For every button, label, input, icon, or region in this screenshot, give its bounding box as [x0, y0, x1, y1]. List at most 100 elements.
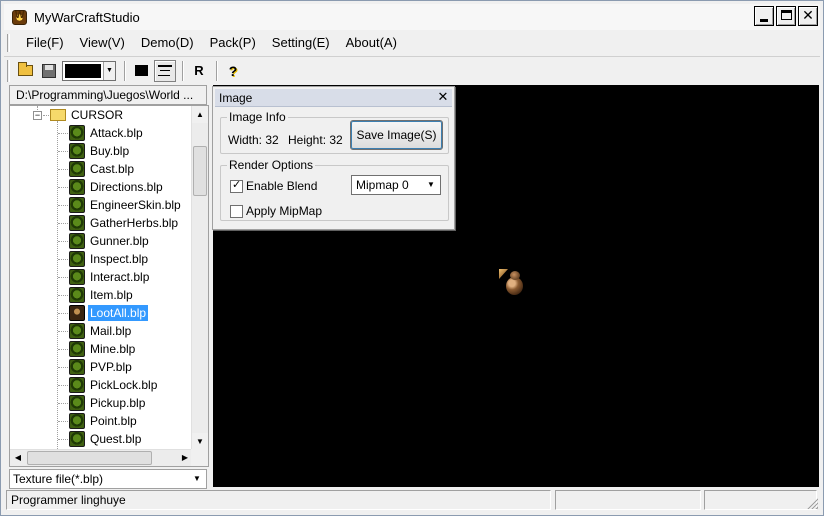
- chevron-down-icon[interactable]: ▼: [189, 471, 205, 487]
- tree-file-row[interactable]: Interact.blp: [10, 268, 193, 286]
- scroll-down-icon[interactable]: ▼: [192, 433, 208, 450]
- toolbar-grip[interactable]: [7, 59, 10, 82]
- height-label: Height: 32: [288, 133, 343, 147]
- tree-file-row[interactable]: Item.blp: [10, 286, 193, 304]
- blp-texture-icon: [69, 413, 85, 429]
- tree-file-label: Quest.blp: [90, 432, 142, 446]
- tree-file-row[interactable]: Attack.blp: [10, 124, 193, 142]
- folder-label: CURSOR: [71, 108, 124, 122]
- menu-bar: File(F) View(V) Demo(D) Pack(P) Setting(…: [4, 32, 820, 54]
- blp-texture-icon: [69, 251, 85, 267]
- solid-background-button[interactable]: [130, 60, 152, 82]
- tree-file-label: EngineerSkin.blp: [90, 198, 181, 212]
- resize-grip[interactable]: [806, 497, 818, 509]
- tree-file-row[interactable]: Mine.blp: [10, 340, 193, 358]
- tree-content: − CURSOR Attack.blp Buy.blp Cast.blp Direct…: [10, 106, 193, 450]
- image-info-caption: Image Info: [227, 110, 288, 124]
- grid-lines-button[interactable]: [154, 59, 176, 82]
- status-text: Programmer linghuye: [11, 493, 126, 507]
- tree-file-row[interactable]: Cast.blp: [10, 160, 193, 178]
- tree-file-row[interactable]: PickLock.blp: [10, 376, 193, 394]
- scroll-thumb[interactable]: [27, 451, 152, 465]
- tree-file-label: Gunner.blp: [90, 234, 149, 248]
- tree-file-row[interactable]: PVP.blp: [10, 358, 193, 376]
- menu-file[interactable]: File(F): [18, 33, 72, 53]
- tree-file-row[interactable]: Directions.blp: [10, 178, 193, 196]
- tree-file-label: Item.blp: [90, 288, 133, 302]
- close-icon: ✕: [802, 7, 814, 23]
- tree-vertical-scrollbar[interactable]: ▲ ▼: [191, 106, 208, 450]
- menu-pack[interactable]: Pack(P): [202, 33, 264, 53]
- tree-file-row[interactable]: Mail.blp: [10, 322, 193, 340]
- image-panel: Image ✕ Image Info Width: 32 Height: 32 …: [212, 86, 455, 230]
- close-button[interactable]: ✕: [798, 6, 818, 26]
- close-icon[interactable]: ✕: [436, 90, 450, 104]
- scroll-thumb[interactable]: [193, 146, 207, 196]
- open-folder-icon: [17, 62, 33, 76]
- tree-file-row[interactable]: Pickup.blp: [10, 394, 193, 412]
- blp-texture-icon: [69, 143, 85, 159]
- chevron-down-icon[interactable]: ▼: [103, 61, 115, 80]
- tree-file-label: PVP.blp: [90, 360, 132, 374]
- blp-texture-icon: [69, 125, 85, 141]
- image-panel-title: Image: [219, 91, 253, 105]
- tree-file-row[interactable]: Gunner.blp: [10, 232, 193, 250]
- file-type-filter[interactable]: Texture file(*.blp) ▼: [9, 469, 207, 489]
- save-image-button[interactable]: Save Image(S): [350, 120, 443, 150]
- tree-folder-row[interactable]: − CURSOR: [10, 106, 193, 124]
- loot-cursor-preview: [499, 269, 527, 299]
- tree-line: [43, 115, 49, 116]
- tree-file-row[interactable]: Quest.blp: [10, 430, 193, 448]
- menu-about[interactable]: About(A): [338, 33, 405, 53]
- tree-file-row[interactable]: Point.blp: [10, 412, 193, 430]
- menu-view[interactable]: View(V): [72, 33, 133, 53]
- file-tree[interactable]: − CURSOR Attack.blp Buy.blp Cast.blp Direct…: [9, 105, 209, 467]
- loot-bag-top-part: [510, 271, 520, 280]
- scroll-left-icon[interactable]: ◀: [10, 450, 26, 466]
- blp-texture-icon: [69, 359, 85, 375]
- save-button[interactable]: [38, 60, 60, 82]
- reset-label: R: [194, 63, 204, 78]
- collapse-icon[interactable]: −: [33, 111, 42, 120]
- cursor-arrow-part: [499, 269, 508, 279]
- menu-grip[interactable]: [7, 34, 10, 52]
- menu-setting[interactable]: Setting(E): [264, 33, 338, 53]
- save-disk-icon: [42, 63, 56, 78]
- status-pane-3: [704, 490, 817, 510]
- tree-file-row[interactable]: EngineerSkin.blp: [10, 196, 193, 214]
- tree-file-row[interactable]: LootAll.blp: [10, 304, 193, 322]
- tree-file-label: Interact.blp: [90, 270, 150, 284]
- image-panel-titlebar[interactable]: Image ✕: [215, 89, 452, 107]
- status-pane-main: Programmer linghuye: [6, 490, 551, 510]
- blp-texture-icon: [69, 161, 85, 177]
- tree-file-label: Inspect.blp: [90, 252, 149, 266]
- mipmap-select[interactable]: Mipmap 0 ▼: [351, 175, 441, 195]
- blp-texture-icon: [69, 431, 85, 447]
- tree-file-row[interactable]: GatherHerbs.blp: [10, 214, 193, 232]
- lines-icon: [158, 64, 172, 77]
- help-button[interactable]: ?: [222, 60, 244, 82]
- loot-cursor-icon: [69, 305, 85, 321]
- tree-horizontal-scrollbar[interactable]: ◀ ▶: [10, 449, 193, 466]
- background-color-picker[interactable]: ▼: [62, 60, 116, 81]
- enable-blend-checkbox[interactable]: ✓: [230, 179, 243, 193]
- toolbar-separator: [124, 60, 126, 81]
- apply-mipmap-checkbox[interactable]: [230, 205, 243, 218]
- checkmark-icon: ✓: [232, 179, 242, 191]
- blp-texture-icon: [69, 341, 85, 357]
- maximize-icon: [781, 10, 792, 20]
- minimize-button[interactable]: [754, 6, 774, 26]
- app-window: MyWarCraftStudio ✕ File(F) View(V) Demo(…: [0, 0, 824, 516]
- color-swatch: [65, 63, 101, 78]
- title-bar[interactable]: MyWarCraftStudio ✕: [4, 4, 820, 30]
- maximize-button[interactable]: [776, 6, 796, 26]
- toolbar-separator: [216, 60, 218, 81]
- tree-file-label: Mine.blp: [90, 342, 136, 356]
- chevron-down-icon[interactable]: ▼: [423, 177, 439, 193]
- scroll-up-icon[interactable]: ▲: [192, 106, 208, 123]
- tree-file-row[interactable]: Buy.blp: [10, 142, 193, 160]
- menu-demo[interactable]: Demo(D): [133, 33, 202, 53]
- tree-file-row[interactable]: Inspect.blp: [10, 250, 193, 268]
- open-button[interactable]: [14, 60, 36, 82]
- reset-button[interactable]: R: [188, 60, 210, 82]
